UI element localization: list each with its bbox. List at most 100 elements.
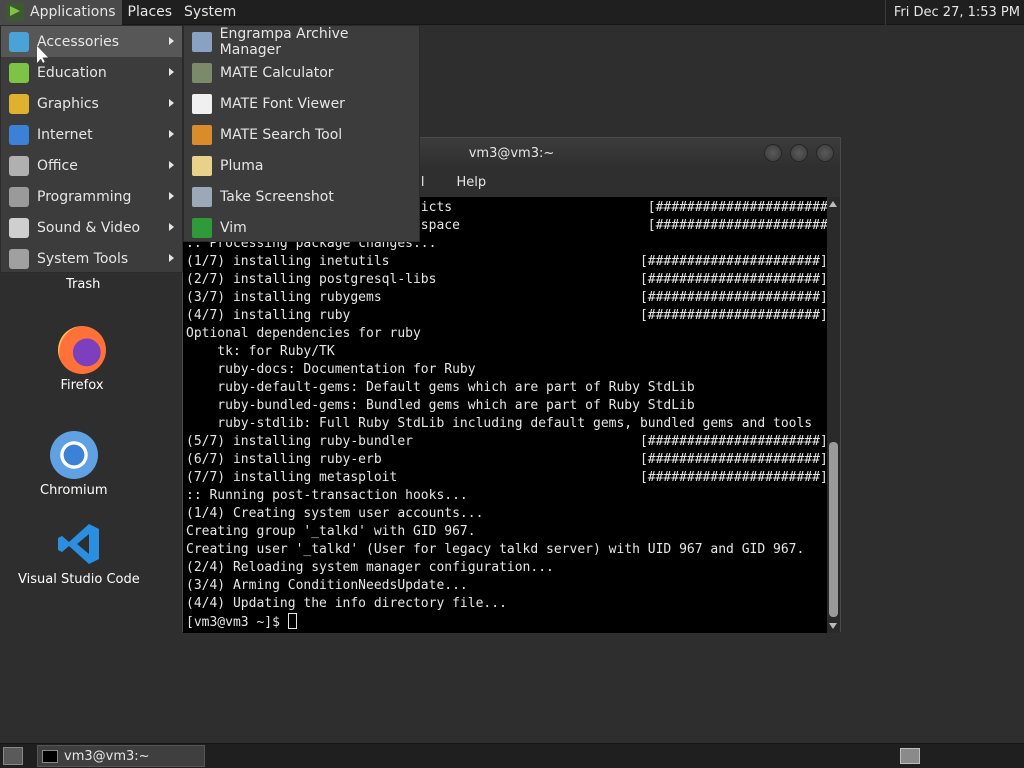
submenu-item-mate-font-viewer[interactable]: MATE Font Viewer: [184, 88, 419, 119]
app-menu-item-internet[interactable]: Internet: [1, 119, 182, 150]
vscode-icon: [57, 524, 99, 564]
submenu-item-pluma[interactable]: Pluma: [184, 150, 419, 181]
scroll-thumb[interactable]: [829, 442, 838, 617]
submenu-item-label: MATE Calculator: [220, 64, 334, 81]
chevron-right-icon: [169, 99, 174, 107]
terminal-line: (2/7) installing postgresql-libs [######…: [186, 272, 828, 287]
terminal-scrollbar[interactable]: [827, 197, 840, 633]
maximize-button[interactable]: [790, 144, 808, 162]
trash-label[interactable]: Trash: [66, 277, 100, 292]
firefox-desktop-icon[interactable]: Firefox: [58, 326, 106, 393]
calculator-icon: [192, 62, 212, 83]
terminal-line: ruby-docs: Documentation for Ruby: [186, 362, 476, 377]
terminal-line: (1/4) Creating system user accounts...: [186, 506, 484, 521]
terminal-line: (3/4) Arming ConditionNeedsUpdate...: [186, 578, 468, 593]
chevron-right-icon: [169, 223, 174, 231]
chevron-right-icon: [169, 161, 174, 169]
top-panel: Applications Places System Fri Dec 27, 1…: [0, 0, 1024, 25]
chromium-label: Chromium: [40, 483, 108, 498]
submenu-item-take-screenshot[interactable]: Take Screenshot: [184, 181, 419, 212]
education-icon: [9, 62, 29, 83]
places-menu-label: Places: [127, 4, 173, 20]
app-menu-item-label: Education: [37, 64, 107, 81]
archive-manager-icon: [192, 31, 212, 52]
programming-icon: [9, 186, 29, 207]
terminal-line: (5/7) installing ruby-bundler [#########…: [186, 434, 828, 449]
terminal-line: (7/7) installing metasploit [###########…: [186, 470, 828, 485]
system-menu[interactable]: System: [178, 0, 242, 25]
scroll-down-arrow-icon[interactable]: [829, 623, 837, 629]
submenu-item-label: Take Screenshot: [220, 188, 334, 205]
submenu-item-mate-search-tool[interactable]: MATE Search Tool: [184, 119, 419, 150]
app-menu-item-system-tools[interactable]: System Tools: [1, 243, 182, 274]
places-menu[interactable]: Places: [122, 0, 179, 25]
search-tool-icon: [192, 124, 212, 145]
terminal-line: Creating user '_talkd' (User for legacy …: [186, 542, 805, 557]
firefox-label: Firefox: [60, 378, 104, 393]
screenshot-icon: [192, 186, 212, 207]
sound-video-icon: [9, 217, 29, 238]
terminal-line: (4/7) installing ruby [#################…: [186, 308, 828, 323]
scroll-up-arrow-icon[interactable]: [829, 201, 837, 207]
chromium-desktop-icon[interactable]: Chromium: [40, 431, 108, 498]
applications-menu-label: Applications: [30, 4, 116, 20]
terminal-menu-help[interactable]: Help: [446, 175, 496, 190]
taskbar-terminal-label: vm3@vm3:~: [64, 748, 150, 764]
window-controls: [764, 144, 834, 162]
show-desktop-button[interactable]: [3, 747, 23, 765]
app-menu-item-sound-video[interactable]: Sound & Video: [1, 212, 182, 243]
terminal-prompt-line[interactable]: [vm3@vm3 ~]$: [186, 613, 828, 631]
terminal-line: Creating group '_talkd' with GID 967.: [186, 524, 476, 539]
system-tools-icon: [9, 248, 29, 269]
app-menu-item-label: System Tools: [37, 250, 129, 267]
vscode-desktop-icon[interactable]: Visual Studio Code: [18, 520, 140, 587]
applications-menu[interactable]: Applications: [0, 0, 122, 25]
terminal-line: (1/7) installing inetutils [############…: [186, 254, 828, 269]
app-menu-item-office[interactable]: Office: [1, 150, 182, 181]
terminal-line: (3/7) installing rubygems [#############…: [186, 290, 828, 305]
app-menu-item-education[interactable]: Education: [1, 57, 182, 88]
workspace-switcher[interactable]: [900, 748, 920, 764]
terminal-line: (2/4) Reloading system manager configura…: [186, 560, 554, 575]
submenu-item-label: Engrampa Archive Manager: [219, 25, 349, 58]
submenu-item-label: MATE Font Viewer: [220, 95, 345, 112]
internet-icon: [9, 124, 29, 145]
app-menu-item-label: Graphics: [37, 95, 99, 112]
vim-icon: [192, 217, 212, 238]
app-menu-item-label: Sound & Video: [37, 219, 141, 236]
app-menu-item-accessories[interactable]: Accessories: [1, 26, 182, 57]
app-menu-item-graphics[interactable]: Graphics: [1, 88, 182, 119]
submenu-item-vim[interactable]: Vim: [184, 212, 419, 243]
terminal-line: ruby-default-gems: Default gems which ar…: [186, 380, 695, 395]
text-cursor: [287, 613, 297, 629]
minimize-button[interactable]: [764, 144, 782, 162]
taskbar-terminal-button[interactable]: vm3@vm3:~: [37, 745, 205, 767]
clock[interactable]: Fri Dec 27, 1:53 PM: [884, 0, 1024, 25]
submenu-item-label: Vim: [220, 219, 247, 236]
terminal-output[interactable]: icts [######################] 100% space…: [183, 197, 828, 633]
vscode-label: Visual Studio Code: [18, 572, 140, 587]
submenu-item-label: MATE Search Tool: [220, 126, 343, 143]
submenu-item-mate-calculator[interactable]: MATE Calculator: [184, 57, 419, 88]
chevron-right-icon: [169, 254, 174, 262]
applications-dropdown: Accessories Education Graphics Internet Offi…: [0, 25, 183, 273]
app-menu-item-label: Accessories: [37, 33, 120, 50]
terminal-line: (6/7) installing ruby-erb [#############…: [186, 452, 828, 467]
chevron-right-icon: [169, 37, 174, 45]
terminal-line: (4/4) Updating the info directory file..…: [186, 596, 507, 611]
terminal-icon: [42, 749, 58, 763]
accessories-submenu: Engrampa Archive Manager MATE Calculator M…: [183, 25, 420, 242]
terminal-line: :: Running post-transaction hooks...: [186, 488, 468, 503]
chromium-icon: [49, 431, 98, 479]
submenu-item-engrampa-archive-manager[interactable]: Engrampa Archive Manager: [184, 25, 419, 58]
font-viewer-icon: [192, 93, 212, 114]
terminal-line: ruby-stdlib: Full Ruby StdLib including …: [186, 416, 813, 431]
accessories-icon: [9, 31, 29, 52]
app-menu-item-programming[interactable]: Programming: [1, 181, 182, 212]
terminal-prompt: [vm3@vm3 ~]$: [186, 615, 288, 630]
submenu-item-label: Pluma: [220, 157, 264, 174]
system-menu-label: System: [184, 4, 237, 20]
close-button[interactable]: [816, 144, 834, 162]
office-icon: [9, 155, 29, 176]
chevron-right-icon: [169, 192, 174, 200]
